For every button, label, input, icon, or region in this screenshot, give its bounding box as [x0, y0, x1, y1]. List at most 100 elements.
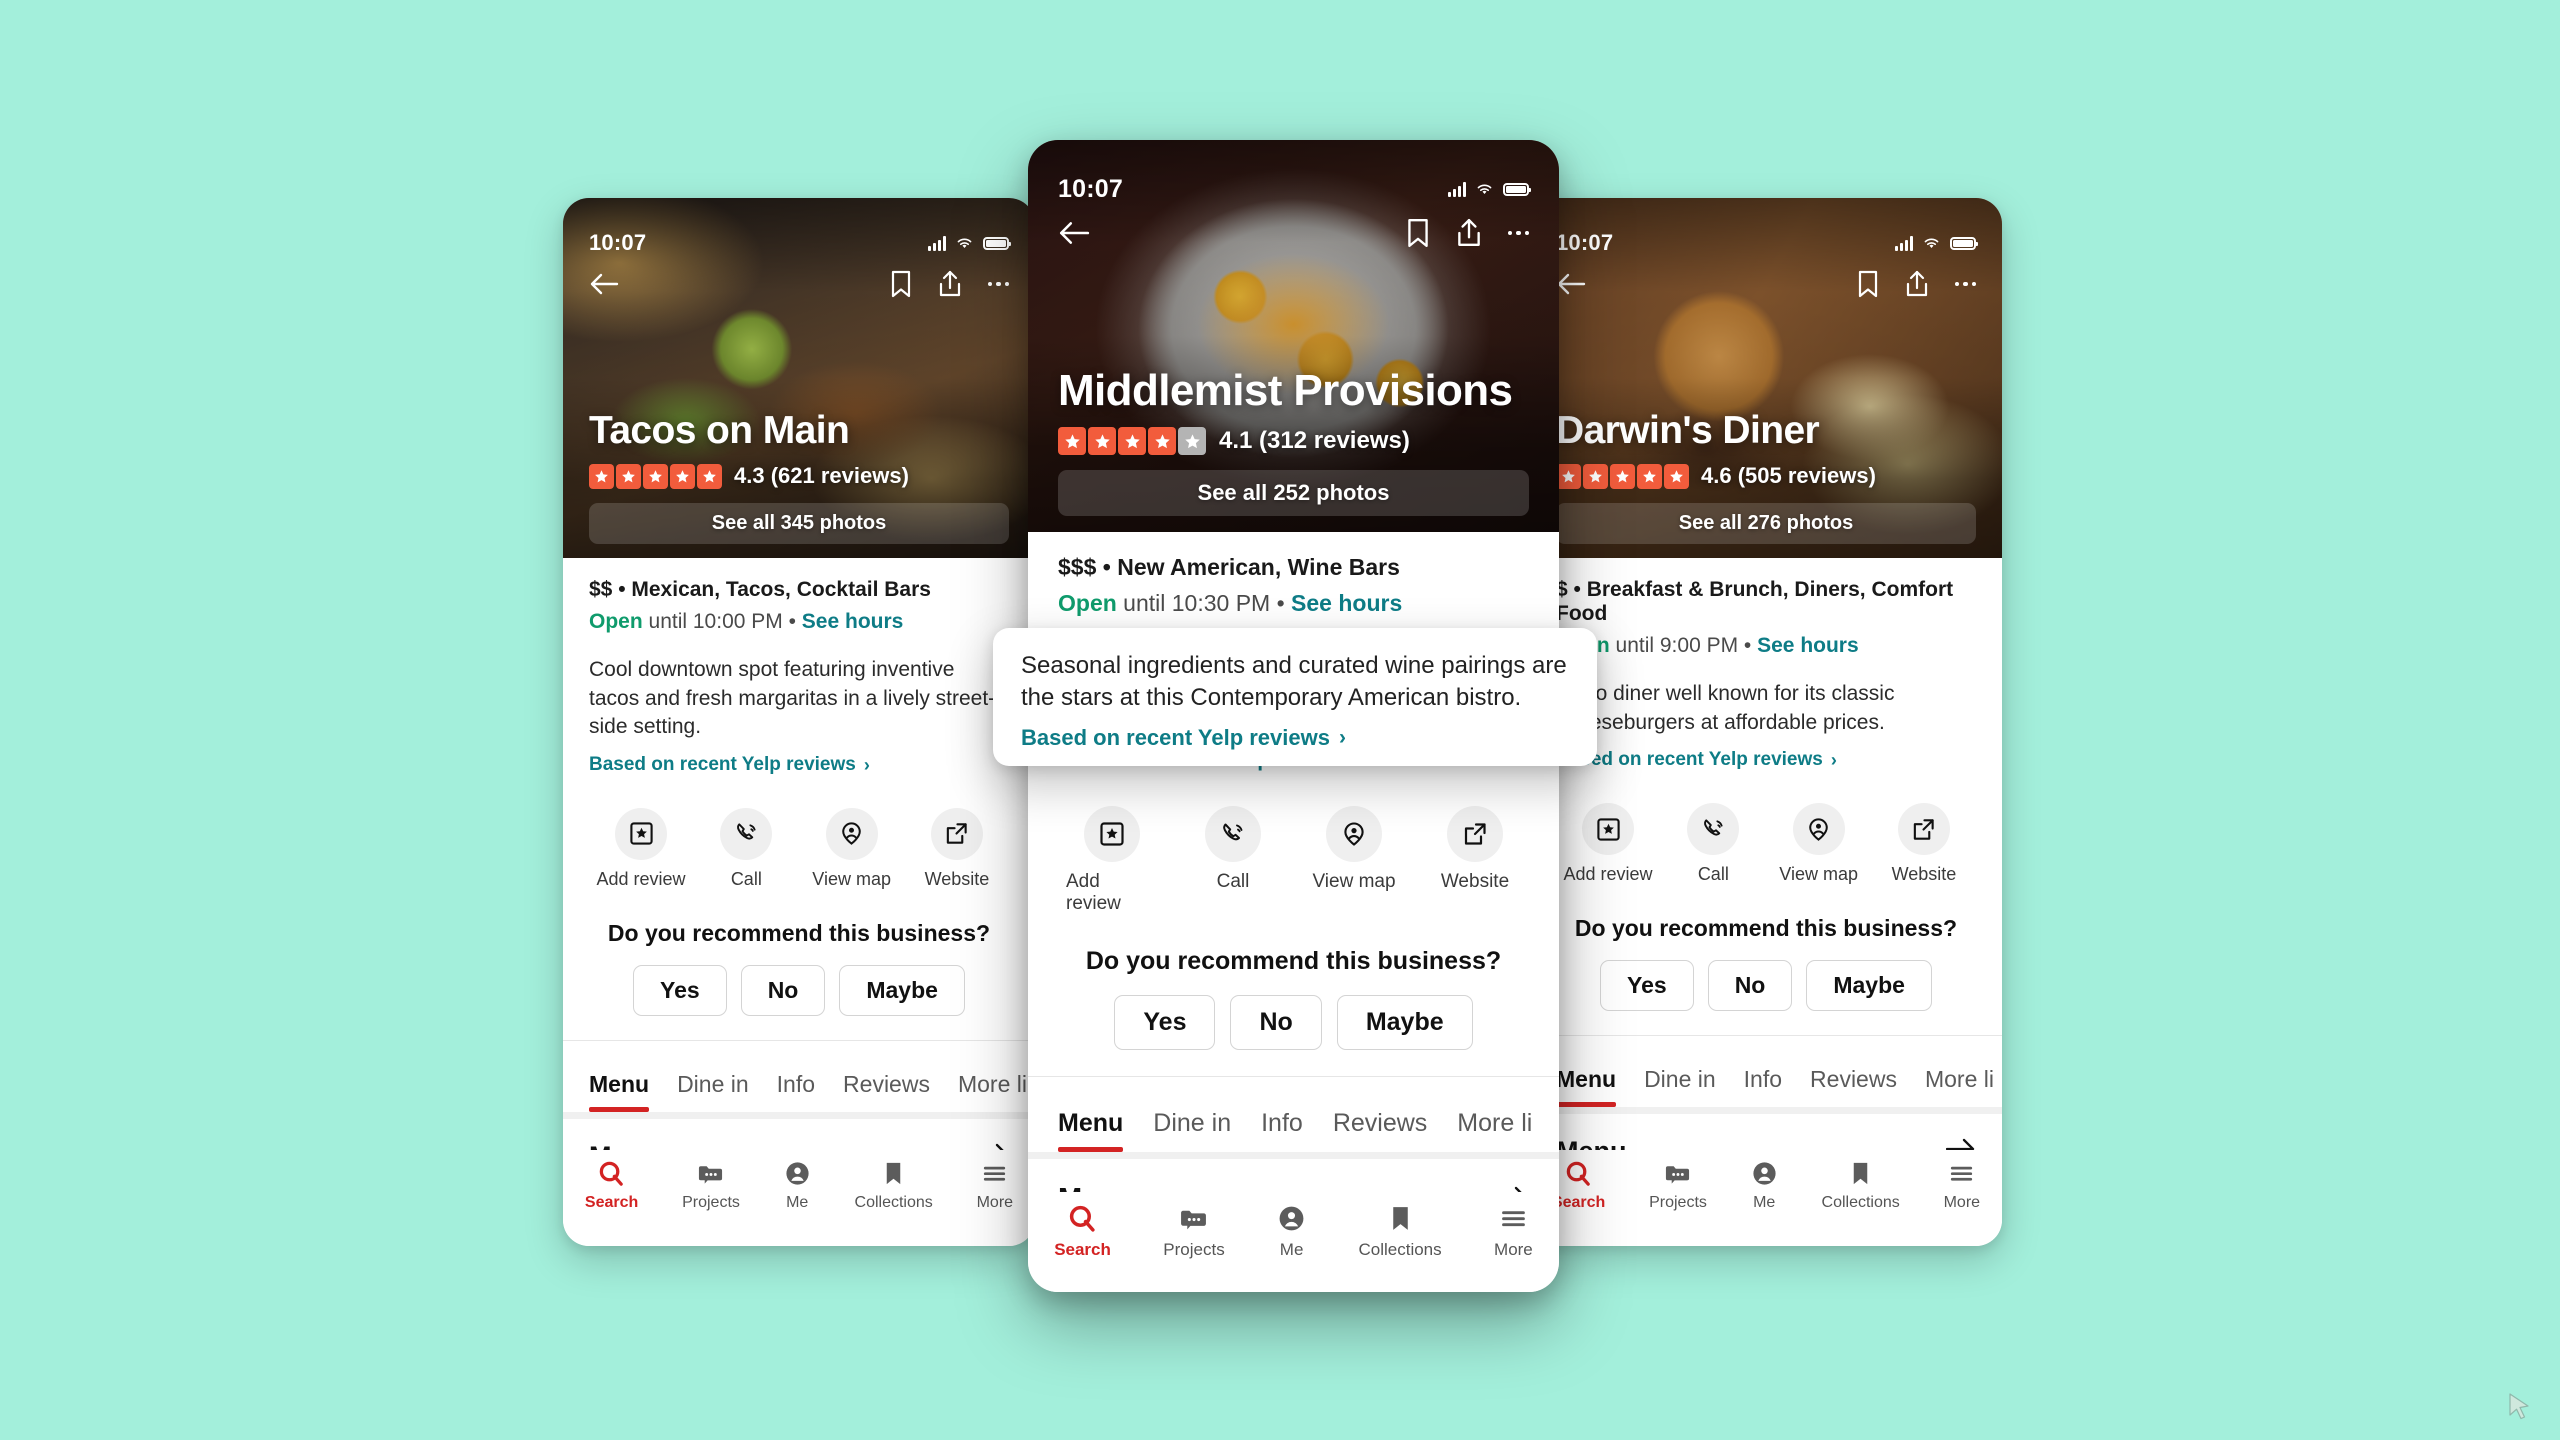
tab-reviews[interactable]: Reviews [843, 1071, 930, 1112]
nav-item-me[interactable]: Me [784, 1160, 811, 1212]
tab-info[interactable]: Info [1744, 1066, 1782, 1107]
nav-item-projects[interactable]: Projects [1163, 1204, 1225, 1260]
nav-item-collections[interactable]: Collections [855, 1160, 933, 1212]
external-link-icon [1447, 805, 1503, 862]
tab-more-like-this[interactable]: More li [958, 1071, 1027, 1112]
tab-menu[interactable]: Menu [1058, 1109, 1124, 1152]
nav-item-projects[interactable]: Projects [682, 1160, 740, 1212]
tab-info[interactable]: Info [1261, 1109, 1303, 1152]
rating-value: 4.1 (312 reviews) [1219, 427, 1410, 455]
recommend-maybe-button[interactable]: Maybe [1336, 994, 1473, 1050]
back-arrow-icon[interactable] [1556, 272, 1586, 296]
tab-menu[interactable]: Menu [589, 1071, 650, 1112]
tab-reviews[interactable]: Reviews [1810, 1066, 1897, 1107]
share-icon[interactable] [938, 270, 962, 298]
action-website[interactable]: Website [1878, 803, 1970, 885]
bottom-navigation: Search Projects Me Collections More [1530, 1150, 2002, 1246]
add-review-icon [615, 807, 667, 860]
back-arrow-icon[interactable] [589, 272, 619, 296]
status-clock: 10:07 [589, 230, 647, 255]
see-all-photos-button[interactable]: See all 276 photos [1556, 503, 1976, 544]
closing-time: until 10:30 PM [1123, 590, 1271, 616]
recommend-no-button[interactable]: No [1230, 994, 1322, 1050]
nav-label: Search [1054, 1240, 1111, 1259]
back-arrow-icon[interactable] [1058, 220, 1090, 246]
business-name: Middlemist Provisions [1058, 366, 1513, 415]
action-view-map[interactable]: View map [1308, 805, 1400, 915]
share-icon[interactable] [1456, 218, 1482, 248]
bookmark-icon[interactable] [1406, 218, 1430, 248]
business-card-right[interactable]: 10:07 Darwin's Diner 4.6 (505 reviews) S… [1530, 198, 2002, 1246]
nav-item-search[interactable]: Search [1552, 1160, 1605, 1212]
business-card-left[interactable]: 10:07 Tacos on Main 4.3 (621 reviews) Se… [563, 198, 1035, 1246]
recommend-yes-button[interactable]: Yes [1114, 994, 1216, 1050]
bookmark-icon[interactable] [890, 270, 912, 298]
action-view-map[interactable]: View map [1773, 803, 1865, 885]
section-tabs: Menu Dine in Info Reviews More li [1530, 1035, 2002, 1108]
tab-reviews[interactable]: Reviews [1333, 1109, 1427, 1152]
tab-more-like-this[interactable]: More li [1457, 1109, 1532, 1152]
action-call[interactable]: Call [1187, 805, 1279, 915]
nav-item-me[interactable]: Me [1751, 1160, 1778, 1212]
bookmark-icon[interactable] [1857, 270, 1879, 298]
action-call[interactable]: Call [1667, 803, 1759, 885]
action-add-review[interactable]: Add review [1066, 805, 1158, 915]
action-add-review[interactable]: Add review [1562, 803, 1654, 885]
recommend-yes-button[interactable]: Yes [633, 964, 727, 1016]
tab-info[interactable]: Info [777, 1071, 815, 1112]
tab-menu[interactable]: Menu [1556, 1066, 1617, 1108]
tooltip-based-on-link[interactable]: Based on recent Yelp reviews › [1021, 725, 1346, 751]
nav-item-me[interactable]: Me [1277, 1204, 1306, 1260]
nav-item-collections[interactable]: Collections [1822, 1160, 1900, 1212]
nav-label: More [976, 1194, 1014, 1211]
more-dots-icon[interactable] [1954, 281, 1976, 287]
see-all-photos-button[interactable]: See all 252 photos [1058, 470, 1529, 516]
price-categories: $$ • Mexican, Tacos, Cocktail Bars [589, 578, 931, 601]
action-call[interactable]: Call [700, 807, 792, 890]
more-dots-icon[interactable] [987, 281, 1009, 287]
see-hours-link[interactable]: See hours [1291, 590, 1402, 616]
recommend-maybe-button[interactable]: Maybe [839, 964, 965, 1016]
action-label: Call [1216, 870, 1250, 892]
nav-item-collections[interactable]: Collections [1358, 1204, 1442, 1260]
action-website[interactable]: Website [1429, 805, 1521, 915]
tab-dine-in[interactable]: Dine in [1153, 1109, 1231, 1152]
more-dots-icon[interactable] [1507, 230, 1529, 236]
based-on-reviews-link[interactable]: Based on recent Yelp reviews› [589, 754, 870, 776]
share-icon[interactable] [1905, 270, 1929, 298]
action-label: View map [812, 868, 892, 889]
action-view-map[interactable]: View map [806, 807, 898, 890]
nav-item-more[interactable]: More [977, 1160, 1013, 1212]
recommend-yes-button[interactable]: Yes [1600, 960, 1694, 1012]
price-categories: $$$ • New American, Wine Bars [1058, 554, 1400, 580]
see-hours-link[interactable]: See hours [1757, 634, 1859, 657]
rating-number: 4.1 [1219, 427, 1253, 454]
recommend-maybe-button[interactable]: Maybe [1806, 960, 1932, 1012]
rating-value: 4.3 (621 reviews) [734, 463, 909, 489]
nav-item-search[interactable]: Search [585, 1160, 638, 1212]
status-icons [928, 235, 1011, 251]
recommend-no-button[interactable]: No [1707, 960, 1793, 1012]
action-label: Add review [1563, 864, 1653, 885]
action-add-review[interactable]: Add review [595, 807, 687, 890]
nav-item-more[interactable]: More [1944, 1160, 1980, 1212]
search-icon [1566, 1161, 1590, 1186]
tab-dine-in[interactable]: Dine in [677, 1071, 749, 1112]
star-5 [1664, 463, 1689, 489]
see-all-photos-button[interactable]: See all 345 photos [589, 503, 1009, 544]
nav-item-search[interactable]: Search [1054, 1204, 1111, 1260]
tab-dine-in[interactable]: Dine in [1644, 1066, 1716, 1107]
recommend-no-button[interactable]: No [740, 964, 826, 1016]
action-website[interactable]: Website [911, 807, 1003, 890]
nav-label: Collections [854, 1194, 933, 1211]
nav-item-more[interactable]: More [1494, 1204, 1533, 1260]
see-hours-link[interactable]: See hours [802, 610, 904, 633]
based-on-reviews-link[interactable]: Based on recent Yelp reviews› [1556, 749, 1837, 771]
star-5 [697, 463, 722, 489]
tab-more-like-this[interactable]: More li [1925, 1066, 1994, 1107]
business-info: $ • Breakfast & Brunch, Diners, Comfort … [1530, 558, 2002, 1035]
nav-label: Me [786, 1194, 809, 1211]
business-info: $$ • Mexican, Tacos, Cocktail Bars Open … [563, 558, 1035, 1040]
action-label: Call [730, 868, 762, 889]
nav-item-projects[interactable]: Projects [1649, 1160, 1707, 1212]
